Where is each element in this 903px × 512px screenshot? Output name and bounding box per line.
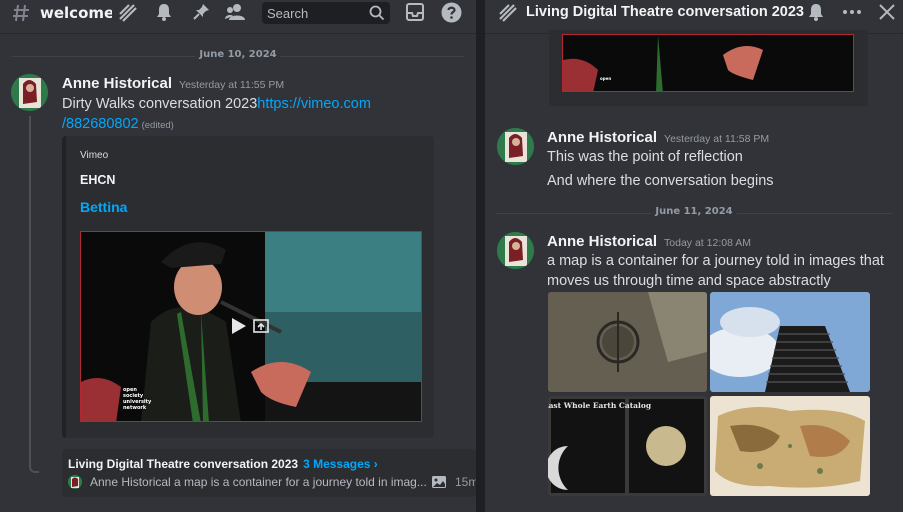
close-icon[interactable] bbox=[876, 1, 898, 23]
thread-preview-card[interactable]: Living Digital Theatre conversation 2023… bbox=[62, 449, 476, 497]
thread-icon bbox=[497, 2, 519, 24]
channel-pane: welcome-a June 10, 2024 bbox=[0, 0, 476, 512]
thread-time: 15m bbox=[455, 475, 476, 489]
open-external-icon[interactable] bbox=[253, 318, 269, 338]
message-text: And where the conversation begins bbox=[547, 173, 774, 189]
thread-name[interactable]: Living Digital Theatre conversation 2023… bbox=[68, 457, 378, 471]
hashtag-icon bbox=[10, 2, 32, 24]
avatar[interactable] bbox=[11, 74, 48, 111]
vimeo-link[interactable]: https://vimeo.com bbox=[257, 96, 371, 112]
osun-logo: open society university network bbox=[123, 387, 152, 411]
date-divider-label: June 10, 2024 bbox=[195, 49, 281, 60]
svg-text:open: open bbox=[600, 76, 611, 81]
gallery-image-compass[interactable] bbox=[548, 292, 707, 392]
avatar[interactable] bbox=[497, 128, 534, 165]
member-list-icon[interactable] bbox=[225, 1, 247, 23]
thread-preview-text: Anne Historical a map is a container for… bbox=[90, 475, 427, 489]
thread-connector bbox=[29, 116, 39, 473]
embed-title[interactable]: Bettina bbox=[80, 199, 127, 215]
notification-bell-icon[interactable] bbox=[805, 1, 827, 23]
channel-name: welcome-a bbox=[40, 4, 112, 22]
play-icon[interactable] bbox=[231, 317, 247, 339]
message-text: a map is a container for a journey told … bbox=[547, 253, 884, 269]
more-options-icon[interactable] bbox=[841, 1, 863, 23]
edited-label: (edited) bbox=[141, 120, 174, 131]
message-text: Dirty Walks conversation 2023https://vim… bbox=[62, 96, 371, 112]
date-divider: June 10, 2024 bbox=[12, 49, 464, 60]
catalog-title: The Last Whole Earth Catalog bbox=[548, 401, 652, 410]
message-author[interactable]: Anne Historical Yesterday at 11:55 PM bbox=[62, 75, 284, 92]
pane-divider[interactable] bbox=[476, 0, 485, 512]
message-author[interactable]: Anne Historical Yesterday at 11:58 PM bbox=[547, 129, 769, 146]
help-icon[interactable] bbox=[440, 1, 462, 23]
image-icon bbox=[431, 474, 447, 493]
threads-icon[interactable] bbox=[117, 2, 139, 24]
message-timestamp: Yesterday at 11:55 PM bbox=[179, 79, 285, 91]
date-divider-label: June 11, 2024 bbox=[651, 206, 737, 217]
thread-pane: Living Digital Theatre conversation 2023… bbox=[485, 0, 903, 512]
thread-message-count[interactable]: 3 Messages › bbox=[303, 457, 378, 471]
notification-bell-icon[interactable] bbox=[153, 1, 175, 23]
video-thumbnail[interactable]: open society university network bbox=[80, 231, 422, 422]
gallery-image-catalog[interactable]: The Last Whole Earth Catalog bbox=[548, 396, 707, 496]
message-text: This was the point of reflection bbox=[547, 149, 743, 165]
message-timestamp: Yesterday at 11:58 PM bbox=[664, 133, 770, 145]
link-embed: Vimeo EHCN Bettina open society universi… bbox=[62, 136, 434, 438]
gallery-image-tower[interactable] bbox=[710, 292, 870, 392]
avatar[interactable] bbox=[497, 232, 534, 269]
inbox-icon[interactable] bbox=[404, 1, 426, 23]
message-author[interactable]: Anne Historical Today at 12:08 AM bbox=[547, 233, 751, 250]
message-timestamp: Today at 12:08 AM bbox=[664, 237, 752, 249]
date-divider: June 11, 2024 bbox=[495, 206, 893, 217]
vimeo-link-cont[interactable]: /882680802 bbox=[62, 116, 139, 132]
thread-last-message[interactable]: Anne Historical a map is a container for… bbox=[68, 474, 476, 492]
search-box[interactable] bbox=[262, 2, 390, 24]
message-text: moves us through time and space abstract… bbox=[547, 273, 831, 289]
pin-icon[interactable] bbox=[190, 1, 212, 23]
thread-title: Living Digital Theatre conversation 2023 bbox=[526, 4, 804, 20]
thread-header: Living Digital Theatre conversation 2023 bbox=[485, 0, 903, 34]
gallery-image-old-map[interactable] bbox=[710, 396, 870, 496]
video-thumbnail[interactable]: open bbox=[562, 34, 854, 92]
message-text-cont: /882680802 (edited) bbox=[62, 114, 174, 136]
link-embed: open bbox=[549, 30, 868, 106]
search-icon bbox=[369, 5, 385, 25]
embed-author[interactable]: EHCN bbox=[80, 173, 115, 187]
embed-provider[interactable]: Vimeo bbox=[80, 150, 108, 161]
channel-header: welcome-a bbox=[0, 0, 476, 34]
thread-avatar bbox=[68, 475, 82, 489]
